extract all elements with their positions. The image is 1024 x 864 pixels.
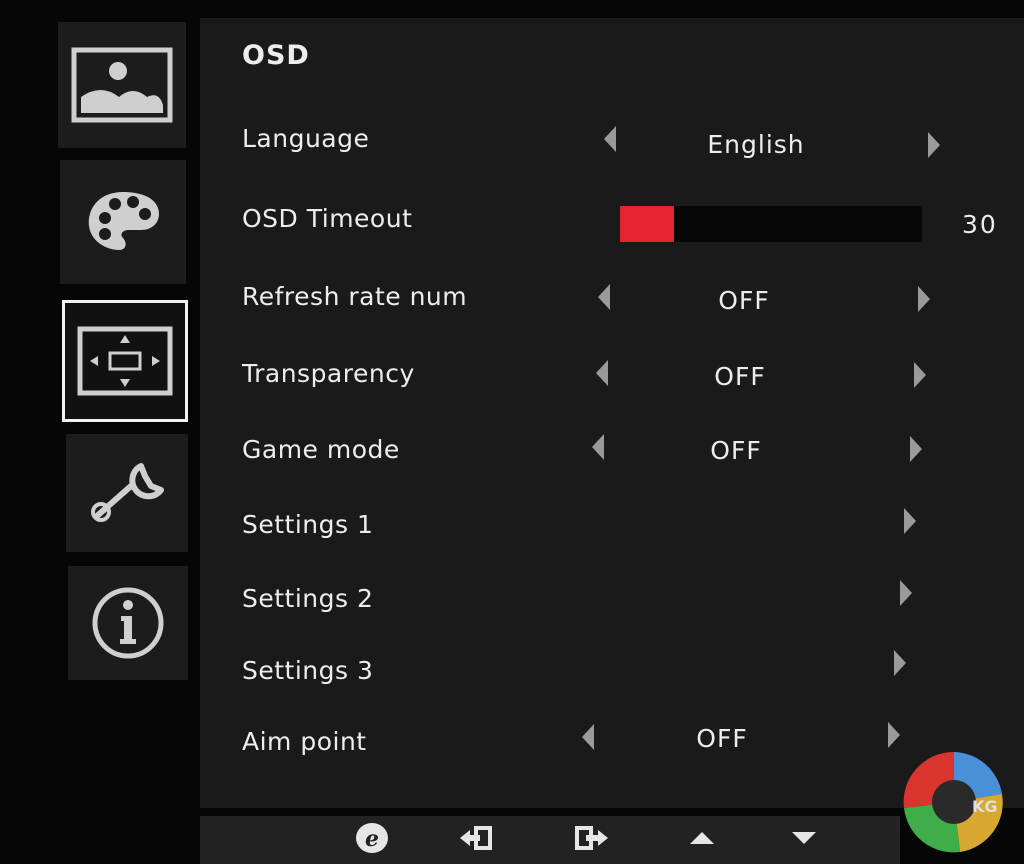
picture-icon — [71, 47, 173, 123]
osd-timeout-slider-fill — [620, 206, 675, 242]
settings-1-enter-arrow[interactable] — [904, 508, 916, 534]
osd-position-icon — [76, 325, 174, 397]
language-prev-arrow[interactable] — [604, 126, 616, 152]
game-mode-next-arrow[interactable] — [910, 436, 922, 462]
transparency-next-arrow[interactable] — [914, 362, 926, 388]
e-key-button[interactable]: e — [352, 822, 392, 858]
wrench-icon — [87, 460, 167, 526]
row-label-settings-1[interactable]: Settings 1 — [242, 510, 373, 539]
sidebar-tab-osd[interactable] — [62, 300, 188, 422]
row-label-language[interactable]: Language — [242, 124, 369, 153]
row-label-osd-timeout[interactable]: OSD Timeout — [242, 204, 412, 233]
row-label-aim-point[interactable]: Aim point — [242, 727, 367, 756]
palette-icon — [83, 188, 163, 256]
language-value: English — [707, 130, 805, 159]
svg-text:e: e — [365, 826, 379, 852]
info-icon — [90, 585, 166, 661]
down-icon — [790, 830, 818, 850]
game-mode-value: OFF — [710, 436, 762, 465]
svg-text:KG: KG — [972, 797, 998, 816]
row-label-game-mode[interactable]: Game mode — [242, 435, 400, 464]
refresh-rate-value: OFF — [718, 286, 770, 315]
sidebar-tab-color[interactable] — [60, 160, 186, 284]
aim-point-next-arrow[interactable] — [888, 722, 900, 748]
row-label-refresh-rate-num[interactable]: Refresh rate num — [242, 282, 467, 311]
aim-point-prev-arrow[interactable] — [582, 724, 594, 750]
transparency-prev-arrow[interactable] — [596, 360, 608, 386]
refresh-rate-prev-arrow[interactable] — [598, 284, 610, 310]
row-label-settings-2[interactable]: Settings 2 — [242, 584, 373, 613]
aim-point-value: OFF — [696, 724, 748, 753]
transparency-value: OFF — [714, 362, 766, 391]
exit-button[interactable] — [456, 822, 496, 858]
language-next-arrow[interactable] — [928, 132, 940, 158]
row-label-settings-3[interactable]: Settings 3 — [242, 656, 373, 685]
refresh-rate-next-arrow[interactable] — [918, 286, 930, 312]
enter-icon — [574, 824, 610, 856]
settings-2-enter-arrow[interactable] — [900, 580, 912, 606]
sidebar-tab-info[interactable] — [68, 566, 188, 680]
exit-icon — [458, 824, 494, 856]
row-label-transparency[interactable]: Transparency — [242, 359, 415, 388]
osd-timeout-value: 30 — [962, 210, 998, 239]
up-button[interactable] — [682, 822, 722, 858]
settings-3-enter-arrow[interactable] — [894, 650, 906, 676]
enter-button[interactable] — [572, 822, 612, 858]
footer-button-bar: e — [200, 816, 900, 864]
osd-timeout-slider[interactable] — [620, 206, 922, 242]
sidebar-tab-settings[interactable] — [66, 434, 188, 552]
down-button[interactable] — [784, 822, 824, 858]
menu-title: OSD — [242, 40, 310, 71]
e-key-icon: e — [354, 821, 390, 859]
sidebar-tab-picture[interactable] — [58, 22, 186, 148]
up-icon — [688, 830, 716, 850]
game-mode-prev-arrow[interactable] — [592, 434, 604, 460]
osd-menu-panel: OSD Language English OSD Timeout 30 Refr… — [200, 18, 1024, 808]
kg-watermark-logo: KG — [898, 746, 1010, 858]
